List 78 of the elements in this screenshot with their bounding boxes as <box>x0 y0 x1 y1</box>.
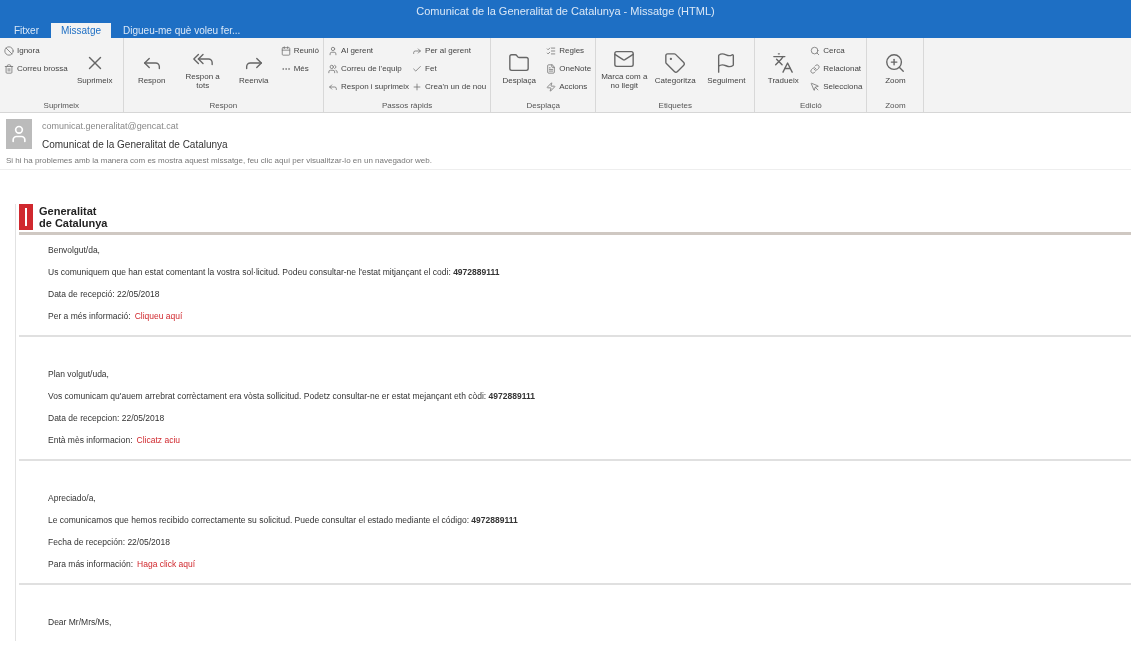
group-label: Respon <box>208 100 239 112</box>
greeting-text: Apreciado/a, <box>48 493 97 503</box>
group-label: Desplaça <box>525 100 561 112</box>
ribbon-button[interactable]: Al gerent <box>328 45 410 56</box>
ribbon-button[interactable]: Correu brossa <box>4 63 68 74</box>
ribbon-tab[interactable]: Fitxer <box>4 23 49 38</box>
ribbon-icon <box>508 52 531 74</box>
ribbon-icon <box>280 45 291 56</box>
logo-text: Generalitat de Catalunya <box>39 205 108 229</box>
info-label: Per a més informació: <box>48 311 131 321</box>
ribbon-icon <box>546 81 557 92</box>
ribbon-button[interactable]: Suprimeix <box>70 52 119 85</box>
message-text: Us comuniquem que han estat comentant la vostra sol·licitud. Podeu consultar-ne l'estat mitjançant el codi: 4972889111 <box>48 267 501 277</box>
group-label: Etiquetes <box>657 100 693 112</box>
ribbon-button[interactable]: Per al gerent <box>412 45 487 56</box>
ribbon-button[interactable]: Més <box>280 63 320 74</box>
ribbon-icon <box>412 45 423 56</box>
group-label: Edició <box>798 100 823 112</box>
ribbon-icon <box>772 52 795 74</box>
greeting-text: Benvolgut/da, <box>48 245 101 255</box>
logo-icon <box>19 204 33 230</box>
ribbon-icon <box>328 63 339 74</box>
greeting-text: Dear Mr/Mrs/Ms, <box>48 617 113 627</box>
ribbon-button[interactable]: Respon <box>127 52 176 85</box>
ribbon-button[interactable]: Cerca <box>810 45 863 56</box>
ribbon-button[interactable]: Regles <box>546 45 592 56</box>
ribbon-icon <box>4 63 14 74</box>
ribbon-icon <box>412 63 423 74</box>
group-label: Passos ràpids <box>381 100 434 112</box>
ribbon-icon <box>884 52 907 74</box>
group-label: Zoom <box>884 100 907 112</box>
info-link[interactable]: Cliqueu aquí <box>134 311 183 321</box>
ribbon-button[interactable]: Reenvia <box>229 52 278 85</box>
ribbon-icon <box>546 45 557 56</box>
ribbon-button[interactable]: OneNote <box>546 63 592 74</box>
ribbon-button[interactable]: Crea'n un de nou <box>412 81 487 92</box>
info-label: Para más información: <box>48 559 134 569</box>
date-text: Fecha de recepción: 22/05/2018 <box>48 537 171 547</box>
ribbon-icon <box>328 45 339 56</box>
ribbon-button[interactable]: Selecciona <box>810 81 863 92</box>
sender-address: comunicat.generalitat@gencat.cat <box>42 121 180 131</box>
ribbon-tab[interactable]: Missatge <box>51 23 111 38</box>
info-label: Entà mès informacion: <box>48 435 133 445</box>
group-label: Suprimeix <box>42 100 81 112</box>
message-subject: Comunicat de la Generalitat de Catalunya <box>42 139 228 150</box>
ribbon-button[interactable]: Accions <box>546 81 592 92</box>
ribbon-icon <box>546 63 557 74</box>
ribbon-icon <box>412 81 423 92</box>
avatar-icon <box>6 119 32 149</box>
ribbon-icon <box>810 63 821 74</box>
greeting-text: Plan volgut/uda, <box>48 369 110 379</box>
info-link[interactable]: Haga click aquí <box>137 559 196 569</box>
ribbon-button[interactable]: Ignora <box>4 45 68 56</box>
ribbon-button[interactable]: Tradueix <box>759 52 808 85</box>
ribbon-button[interactable]: Categoritza <box>651 52 700 85</box>
message-text: Le comunicamos que hemos recibido correctamente su solicitud. Puede consultar el estado mediante el código: 4972889111 <box>48 515 519 525</box>
date-text: Data de recepcion: 22/05/2018 <box>48 413 166 423</box>
info-bar: Si hi ha problemes amb la manera com es mostra aquest missatge, feu clic aquí per visualitzar-lo en un navegador web. <box>0 150 1131 170</box>
ribbon-tab[interactable]: Digueu-me què voleu fer... <box>113 23 251 38</box>
ribbon-button[interactable]: Fet <box>412 63 487 74</box>
ribbon-icon <box>810 81 821 92</box>
ribbon-button[interactable]: Seguiment <box>702 52 751 85</box>
ribbon-button[interactable]: Relacionat <box>810 63 863 74</box>
ribbon-icon <box>810 45 821 56</box>
ribbon-button[interactable]: Marca com a no llegit <box>600 47 649 90</box>
ribbon-icon <box>328 81 339 92</box>
date-text: Data de recepció: 22/05/2018 <box>48 289 161 299</box>
ribbon-icon <box>664 52 687 74</box>
info-link[interactable]: Clicatz aciu <box>136 435 181 445</box>
ribbon-button[interactable]: Zoom <box>871 52 920 85</box>
message-text: Vos comunicam qu'auem arrebrat corrèctament era vòsta sollicitud. Podetz consultar-ne er estat mejançant eth còdi: 4972889111 <box>48 391 536 401</box>
ribbon-button[interactable]: Desplaça <box>495 52 544 85</box>
ribbon-icon <box>4 45 14 56</box>
ribbon-button[interactable]: Respon i suprimeix <box>328 81 410 92</box>
ribbon-button[interactable]: Reunió <box>280 45 320 56</box>
window-title: Comunicat de la Generalitat de Catalunya - Missatge (HTML) <box>416 5 715 17</box>
ribbon-button[interactable]: Correu de l'equip <box>328 63 410 74</box>
ribbon-button[interactable]: Respon a tots <box>178 47 227 90</box>
